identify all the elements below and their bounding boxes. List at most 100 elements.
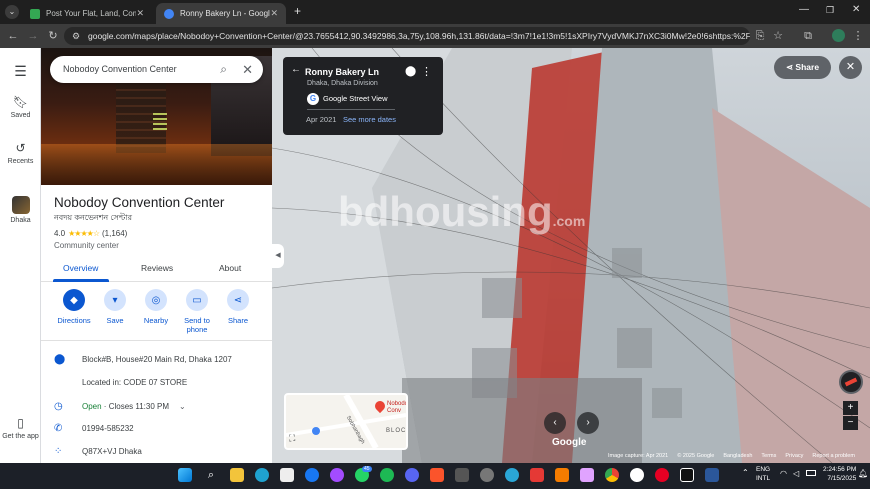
recent-place-dhaka[interactable]: Dhaka bbox=[0, 196, 41, 224]
browser-menu-icon[interactable]: ⋮ bbox=[850, 28, 866, 44]
url-text: google.com/maps/place/Nobodoy+Convention… bbox=[88, 31, 750, 41]
neon-lights bbox=[153, 110, 167, 130]
close-street-view-button[interactable]: ✕ bbox=[839, 56, 862, 79]
located-in-row[interactable]: Located in: CODE 07 STORE bbox=[82, 378, 187, 387]
street-glow bbox=[41, 144, 272, 185]
zoom-out-button[interactable]: − bbox=[843, 416, 858, 430]
hours-row[interactable]: ◷ Open · Closes 11:30 PM ⌄ bbox=[54, 401, 186, 412]
search-box[interactable]: Nobodoy Convention Center ⌕ ✕ bbox=[50, 56, 263, 83]
send-to-phone-button[interactable]: ▭ Send to phone bbox=[174, 289, 220, 334]
saved-button[interactable]: 🔖︎ Saved bbox=[0, 95, 41, 119]
open-status: Open bbox=[82, 402, 102, 411]
reload-icon[interactable]: ↻ bbox=[45, 28, 61, 44]
extensions-icon[interactable]: ⧉ bbox=[800, 28, 816, 44]
share-button[interactable]: ⋖ Share bbox=[215, 289, 261, 325]
close-tab-icon[interactable]: ✕ bbox=[136, 8, 144, 19]
country-link[interactable]: Bangladesh bbox=[723, 453, 752, 459]
place-title-local: নবদয় কনভেনশন সেন্টার bbox=[54, 213, 132, 222]
back-icon[interactable]: ← bbox=[5, 28, 21, 44]
profile-avatar[interactable] bbox=[830, 28, 846, 44]
see-more-dates-link[interactable]: See more dates bbox=[343, 115, 396, 124]
review-count[interactable]: (1,164) bbox=[102, 229, 127, 238]
compass-icon[interactable] bbox=[839, 370, 863, 394]
rating-row[interactable]: 4.0 ★★★★☆ (1,164) bbox=[54, 229, 127, 238]
region-text: Dhaka, Dhaka Division bbox=[307, 80, 378, 87]
bookmark-star-icon[interactable]: ☆ bbox=[770, 28, 786, 44]
get-app-button[interactable]: ▯ Get the app bbox=[0, 416, 41, 440]
search-input[interactable]: Nobodoy Convention Center bbox=[63, 64, 177, 74]
capcut-icon[interactable] bbox=[680, 468, 694, 482]
tab-list-icon[interactable]: ⌄ bbox=[5, 5, 19, 19]
place-category[interactable]: Community center bbox=[54, 241, 119, 250]
save-button[interactable]: ▾ Save bbox=[92, 289, 138, 325]
site-info-icon[interactable]: ⚙ bbox=[72, 27, 80, 45]
volume-icon[interactable]: ◁ bbox=[793, 469, 799, 478]
report-problem-link[interactable]: Report a problem bbox=[812, 453, 855, 459]
clear-search-icon[interactable]: ✕ bbox=[242, 56, 253, 83]
messenger-icon[interactable] bbox=[330, 468, 344, 482]
settings-icon[interactable] bbox=[480, 468, 494, 482]
media-icon[interactable] bbox=[530, 468, 544, 482]
facebook-icon[interactable] bbox=[305, 468, 319, 482]
file-explorer-icon[interactable] bbox=[230, 468, 244, 482]
language-indicator[interactable]: ENG INTL bbox=[756, 465, 770, 483]
spotify-icon[interactable] bbox=[380, 468, 394, 482]
wifi-icon[interactable]: ◠ bbox=[780, 469, 787, 478]
zoom-in-button[interactable]: + bbox=[843, 401, 858, 415]
minimize-icon[interactable]: — bbox=[799, 4, 809, 15]
previous-photo-button[interactable]: ‹ bbox=[544, 412, 566, 434]
vlc-icon[interactable] bbox=[555, 468, 569, 482]
windows-start-icon[interactable] bbox=[178, 468, 192, 482]
next-photo-button[interactable]: › bbox=[577, 412, 599, 434]
phone-row[interactable]: ✆ 01994-585232 bbox=[54, 423, 134, 434]
plus-code-row[interactable]: ⁘ Q87X+VJ Dhaka bbox=[54, 446, 142, 457]
collapse-panel-button[interactable]: ◀ bbox=[272, 244, 284, 268]
notifications-icon[interactable]: 🔔︎ bbox=[858, 469, 868, 478]
menu-button[interactable]: ☰ bbox=[0, 63, 41, 80]
nearby-button[interactable]: ◎ Nearby bbox=[133, 289, 179, 325]
terms-link[interactable]: Terms bbox=[761, 453, 776, 459]
expand-hours-icon[interactable]: ⌄ bbox=[179, 402, 186, 411]
directions-button[interactable]: ◆ Directions bbox=[51, 289, 97, 325]
search-icon[interactable]: ⌕ bbox=[220, 56, 227, 83]
calculator-icon[interactable] bbox=[455, 468, 469, 482]
brave-icon[interactable] bbox=[430, 468, 444, 482]
close-tab-icon[interactable]: ✕ bbox=[270, 8, 278, 19]
pinterest-icon[interactable] bbox=[655, 468, 669, 482]
recents-button[interactable]: ↺ Recents bbox=[0, 141, 41, 165]
tray-chevron-icon[interactable]: ⌃ bbox=[742, 468, 749, 477]
location-pin-icon[interactable]: ⬤ bbox=[405, 66, 416, 77]
edge-icon[interactable] bbox=[255, 468, 269, 482]
search-taskbar-icon[interactable]: ⌕ bbox=[204, 468, 218, 482]
store-icon[interactable] bbox=[280, 468, 294, 482]
clock[interactable]: 2:24:56 PM 7/15/2025 bbox=[823, 465, 856, 483]
word-icon[interactable] bbox=[705, 468, 719, 482]
battery-icon[interactable] bbox=[806, 470, 816, 476]
forward-icon[interactable]: → bbox=[25, 28, 41, 44]
expand-minimap-icon[interactable]: ⛶ bbox=[289, 433, 295, 444]
tab-reviews[interactable]: Reviews bbox=[141, 263, 173, 273]
address-bar[interactable]: ⚙ google.com/maps/place/Nobodoy+Conventi… bbox=[64, 27, 750, 45]
privacy-link[interactable]: Privacy bbox=[785, 453, 803, 459]
share-street-view-button[interactable]: ⋖ Share bbox=[774, 56, 831, 79]
chatgpt-icon[interactable] bbox=[630, 468, 644, 482]
restore-icon[interactable]: ❐ bbox=[826, 5, 834, 16]
tab-post-flat[interactable]: Post Your Flat, Land, Commerci ✕ bbox=[22, 3, 152, 24]
tab-about[interactable]: About bbox=[219, 263, 241, 273]
tab-overview[interactable]: Overview bbox=[63, 263, 98, 273]
minimap-place-label: Nobodoy Conv bbox=[387, 401, 408, 414]
install-app-icon[interactable]: ⎘ bbox=[752, 28, 768, 44]
back-arrow-icon[interactable]: ← bbox=[291, 64, 301, 75]
app-icon[interactable] bbox=[505, 468, 519, 482]
chrome-icon[interactable] bbox=[605, 468, 619, 482]
minimap[interactable]: Nobodoy Conv Sobhanbagh BLOC ⛶ bbox=[284, 393, 408, 450]
discord-icon[interactable] bbox=[405, 468, 419, 482]
more-options-icon[interactable]: ⋮ bbox=[421, 65, 432, 78]
photos-icon[interactable] bbox=[580, 468, 594, 482]
street-view-info-card: ← Ronny Bakery Ln Dhaka, Dhaka Division … bbox=[283, 57, 443, 135]
tab-google-maps[interactable]: Ronny Bakery Ln - Google Map ✕ bbox=[156, 3, 286, 24]
close-window-icon[interactable]: ✕ bbox=[852, 4, 860, 15]
new-tab-icon[interactable]: + bbox=[294, 4, 301, 18]
send-to-phone-label: Send to phone bbox=[184, 316, 210, 334]
address-row[interactable]: ⬤ Block#B, House#20 Main Rd, Dhaka 1207 bbox=[54, 354, 232, 365]
